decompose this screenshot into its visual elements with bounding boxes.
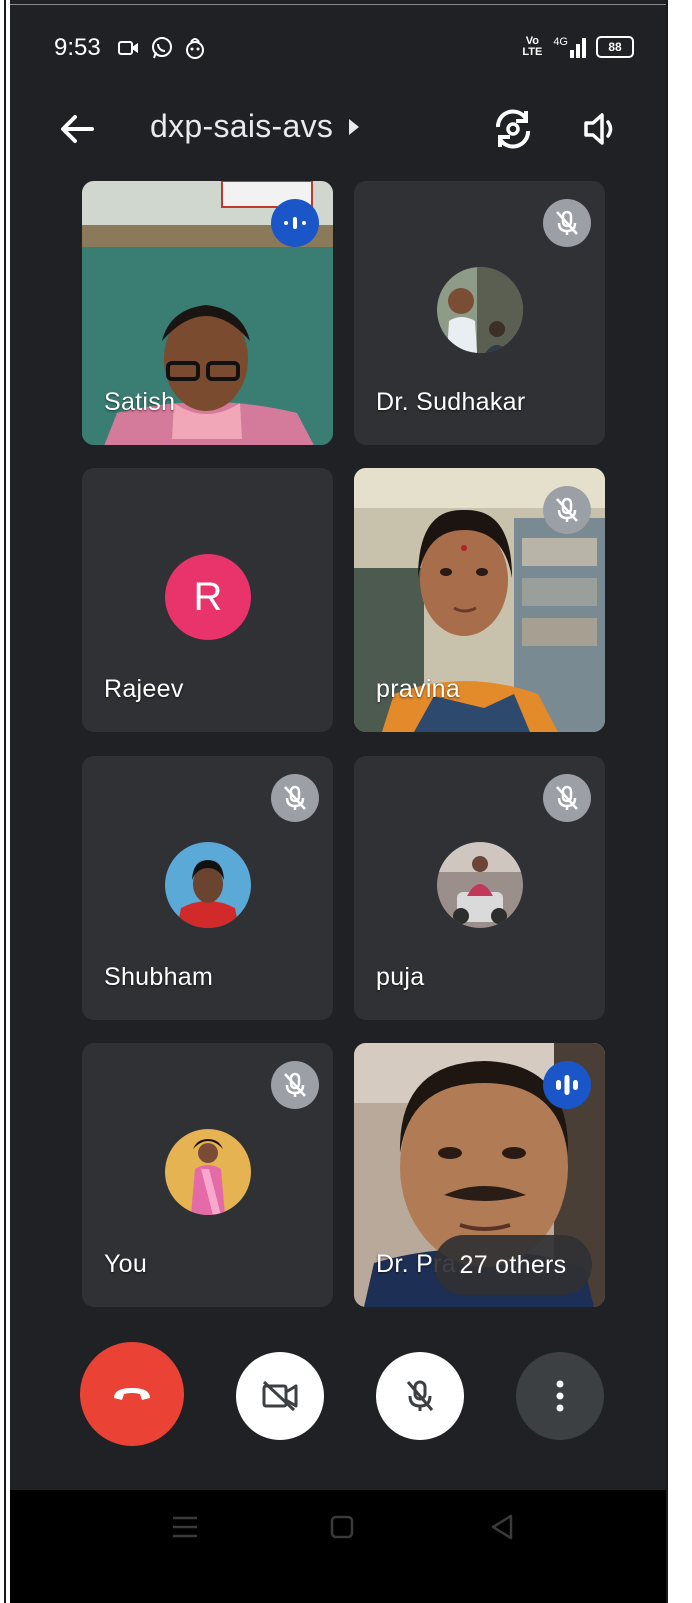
- chevron-right-icon: [349, 118, 360, 135]
- participant-name: Dr. Sudhakar: [376, 388, 526, 416]
- avatar: [165, 842, 251, 928]
- avatar: [437, 267, 523, 353]
- speaking-indicator: [271, 199, 319, 247]
- mic-off-icon: [556, 785, 578, 810]
- audio-level-icon: [284, 217, 306, 229]
- participant-name: Rajeev: [104, 675, 184, 703]
- system-nav-bar: [10, 1490, 666, 1603]
- app-notification-icon: [186, 38, 204, 59]
- video-notification-icon: [118, 41, 138, 55]
- battery-icon: 88: [596, 36, 634, 58]
- network-label: Vo LTE: [522, 35, 543, 58]
- back-button[interactable]: [52, 104, 102, 154]
- mic-muted-indicator: [271, 774, 319, 822]
- volte-icon: Vo LTE: [521, 36, 543, 58]
- hang-up-icon: [114, 1388, 150, 1400]
- top-border: [10, 4, 666, 5]
- mic-off-icon: [284, 785, 306, 810]
- participant-tile-satish[interactable]: Satish: [82, 181, 333, 445]
- back-nav-icon[interactable]: [490, 1514, 514, 1540]
- battery-level: 88: [608, 40, 622, 54]
- camera-toggle-button[interactable]: [236, 1352, 324, 1440]
- mic-off-icon: [556, 210, 578, 235]
- signal-label: 4G: [553, 36, 568, 48]
- avatar: [437, 842, 523, 928]
- participant-tile-puja[interactable]: puja: [354, 756, 605, 1020]
- mic-muted-indicator: [543, 199, 591, 247]
- mic-muted-indicator: [543, 774, 591, 822]
- participant-name: pravina: [376, 675, 461, 703]
- more-options-button[interactable]: [516, 1352, 604, 1440]
- left-border: [0, 0, 10, 1603]
- participant-tile-you[interactable]: You: [82, 1043, 333, 1307]
- switch-camera-icon: [495, 109, 531, 149]
- end-call-button[interactable]: [80, 1342, 184, 1446]
- mic-muted-indicator: [543, 486, 591, 534]
- back-arrow-icon: [61, 115, 94, 143]
- mic-toggle-button[interactable]: [376, 1352, 464, 1440]
- switch-camera-button[interactable]: [488, 104, 538, 154]
- meet-screen: 9:53 Vo LTE 4G 88 dxp-sais-avs Satish Dr…: [10, 0, 666, 1603]
- speaking-indicator: [543, 1061, 591, 1109]
- speaker-icon: [584, 113, 613, 145]
- participant-name: puja: [376, 963, 425, 991]
- status-time: 9:53: [54, 34, 101, 61]
- right-border: [666, 0, 668, 1603]
- camera-off-icon: [262, 1380, 298, 1412]
- mic-off-icon: [556, 497, 578, 522]
- participant-tile-rajeev[interactable]: R Rajeev: [82, 468, 333, 732]
- audio-output-button[interactable]: [576, 104, 626, 154]
- others-chip[interactable]: 27 others: [434, 1235, 592, 1295]
- participant-name: Satish: [104, 388, 176, 416]
- mic-off-icon: [284, 1072, 306, 1097]
- whatsapp-icon: [152, 37, 172, 59]
- participant-tile-pravina[interactable]: pravina: [354, 468, 605, 732]
- status-system-icons: Vo LTE 4G 88: [521, 36, 634, 58]
- participant-tile-shubham[interactable]: Shubham: [82, 756, 333, 1020]
- avatar: R: [165, 554, 251, 640]
- meeting-title[interactable]: dxp-sais-avs: [150, 108, 360, 145]
- avatar: [165, 1129, 251, 1215]
- signal-icon: 4G: [553, 36, 586, 58]
- mic-off-icon: [406, 1380, 434, 1411]
- audio-level-icon: [556, 1075, 578, 1095]
- menu-nav-icon[interactable]: [172, 1516, 198, 1538]
- home-nav-icon[interactable]: [330, 1515, 354, 1539]
- meeting-code: dxp-sais-avs: [150, 108, 334, 144]
- status-notification-icons: [118, 36, 206, 60]
- participant-name: Shubham: [104, 963, 214, 991]
- more-vert-icon: [556, 1380, 564, 1412]
- call-header: dxp-sais-avs: [10, 94, 666, 164]
- participant-tile-dr-sudhakar[interactable]: Dr. Sudhakar: [354, 181, 605, 445]
- participant-name: You: [104, 1250, 148, 1278]
- status-bar: 9:53 Vo LTE 4G 88: [10, 0, 666, 100]
- mic-muted-indicator: [271, 1061, 319, 1109]
